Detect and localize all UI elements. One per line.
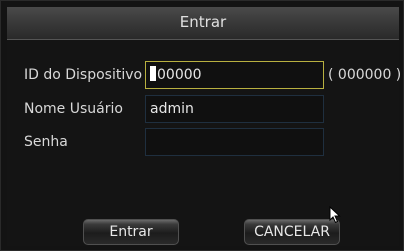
device-id-field[interactable]: 00000 (145, 61, 324, 89)
device-id-label: ID do Dispositivo (24, 67, 143, 83)
username-field[interactable]: admin (145, 95, 324, 123)
password-field[interactable] (145, 128, 324, 156)
device-id-value: 00000 (157, 67, 202, 83)
text-caret (150, 66, 156, 81)
username-value: admin (150, 101, 194, 117)
username-label: Nome Usuário (24, 101, 123, 117)
mouse-pointer-icon (329, 206, 341, 224)
login-dialog: Entrar ID do Dispositivo 00000 ( 000000 … (0, 0, 404, 251)
login-button[interactable]: Entrar (83, 219, 179, 245)
cancel-button[interactable]: CANCELAR (244, 219, 340, 245)
password-label: Senha (24, 134, 68, 150)
device-id-hint: ( 000000 ) (328, 67, 402, 83)
dialog-title: Entrar (7, 7, 399, 40)
